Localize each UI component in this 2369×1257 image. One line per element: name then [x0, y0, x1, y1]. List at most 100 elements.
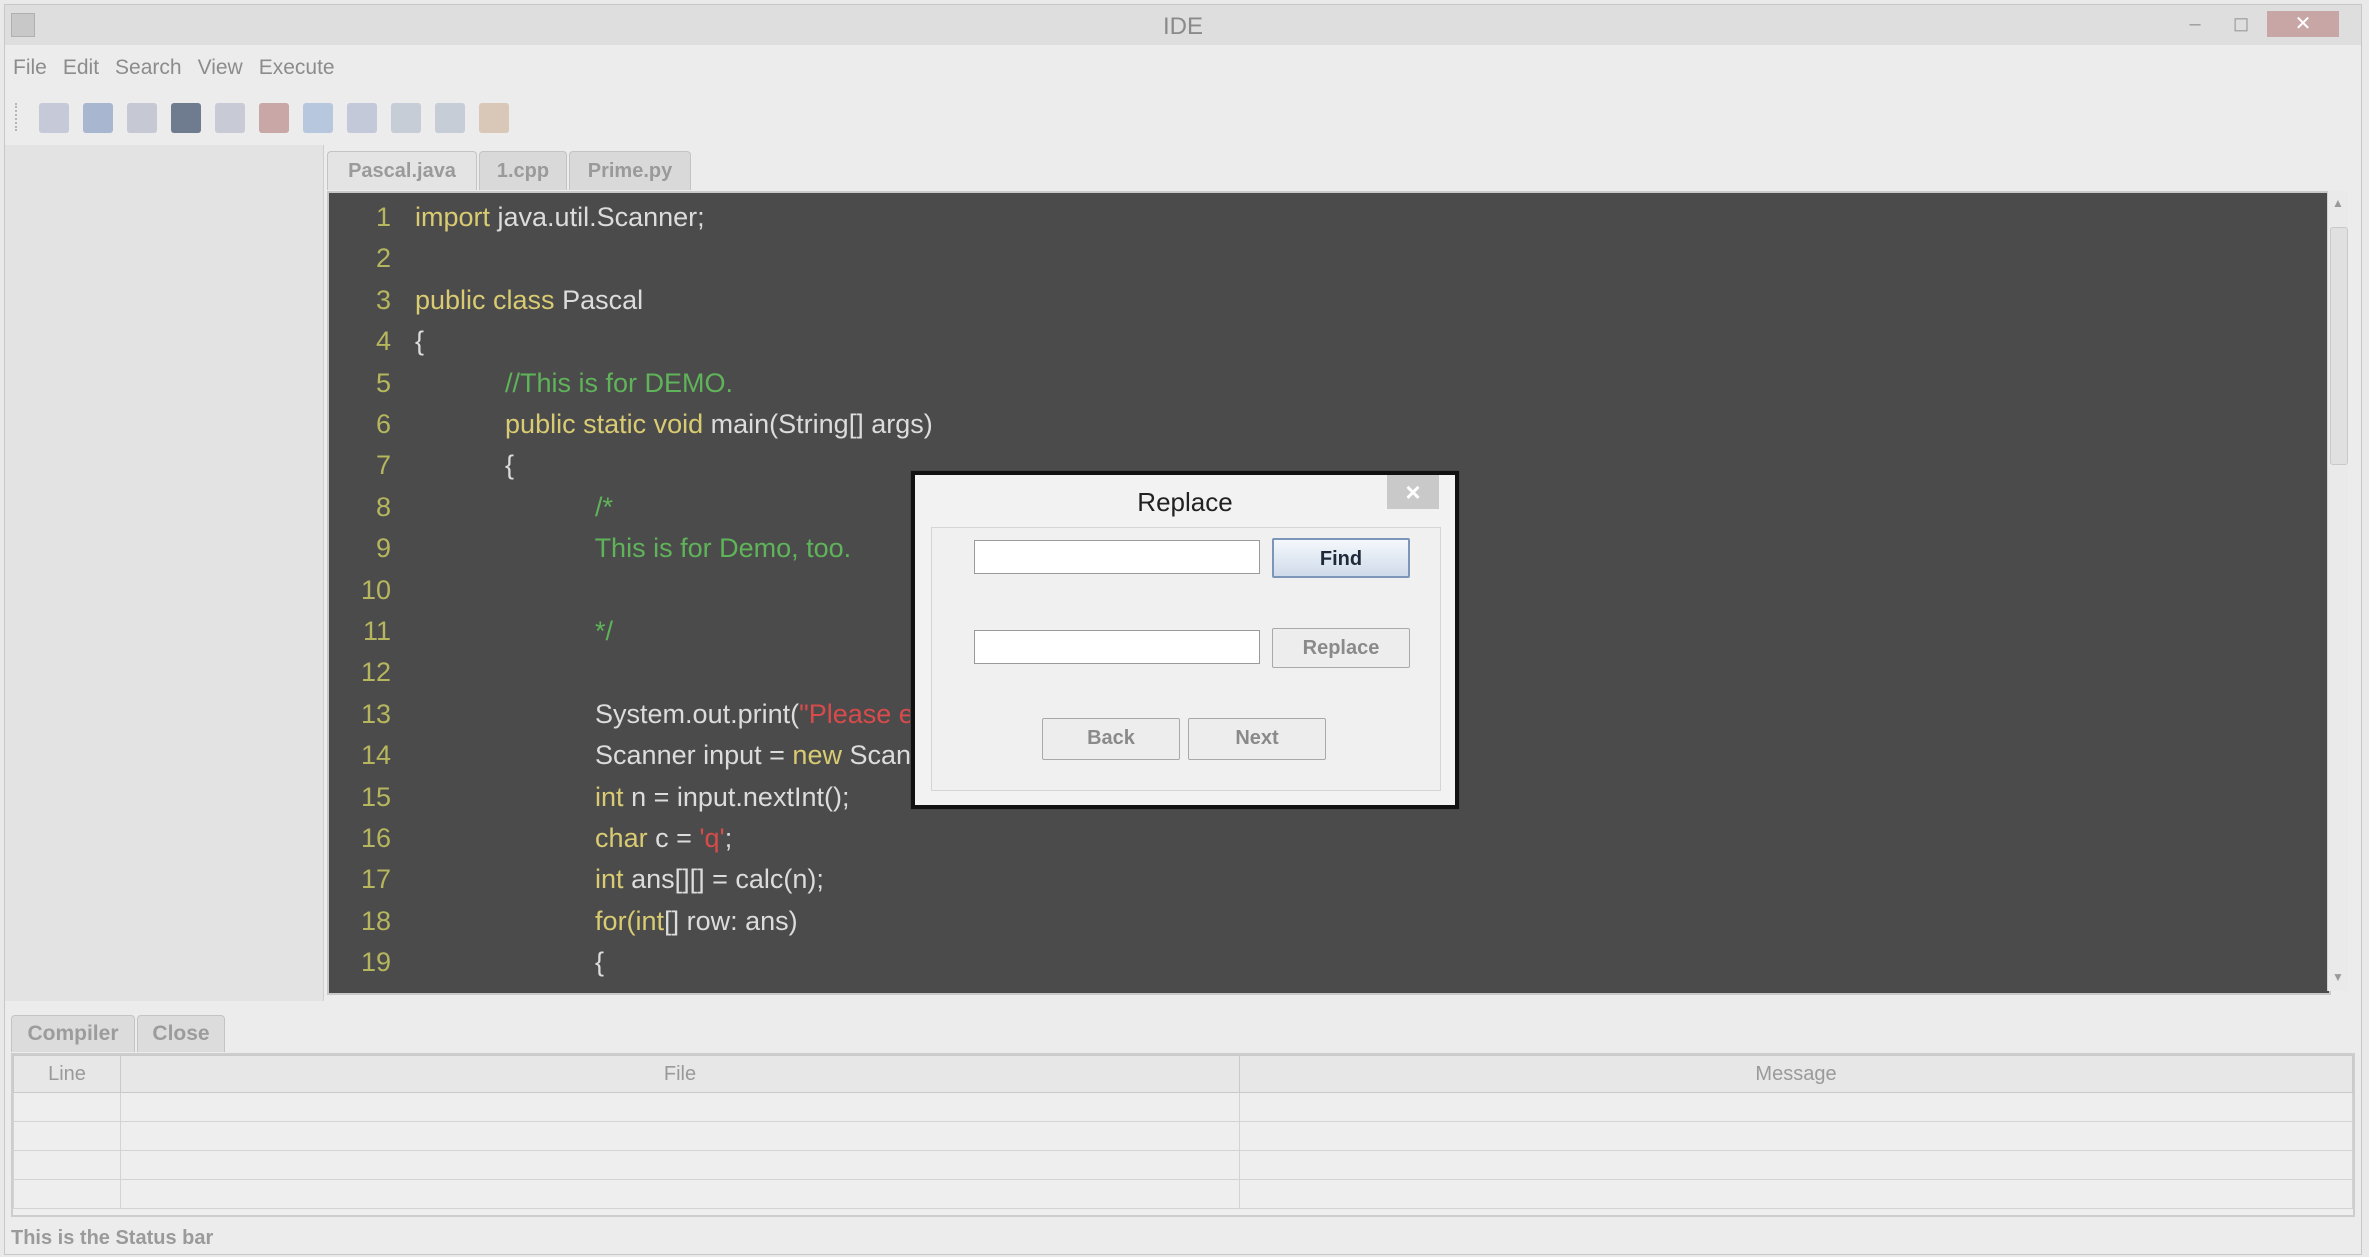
tab-1-cpp[interactable]: 1.cpp: [479, 151, 567, 190]
menu-file[interactable]: File: [5, 51, 55, 85]
line-number: 11: [362, 616, 391, 646]
table-row[interactable]: [13, 1179, 2353, 1209]
table-row[interactable]: [13, 1092, 2353, 1122]
tab-prime-py[interactable]: Prime.py: [569, 151, 691, 190]
new-file-icon[interactable]: [39, 103, 69, 133]
code-line: 3 public class Pascal: [329, 280, 643, 321]
column-header-line[interactable]: Line: [13, 1055, 121, 1093]
line-number: 3: [375, 284, 391, 315]
code-token: int: [595, 864, 624, 895]
line-number: 1: [375, 202, 391, 232]
scroll-down-icon[interactable]: ▼: [2330, 969, 2346, 985]
code-token: [] row: ans): [664, 905, 798, 936]
table-cell[interactable]: [13, 1092, 121, 1122]
next-button[interactable]: Next: [1188, 718, 1326, 760]
window-close-button[interactable]: ✕: [2267, 11, 2339, 37]
table-cell[interactable]: [120, 1121, 1240, 1151]
ide-window: IDE – ◻ ✕ File Edit Search View Execute Pasc…: [4, 4, 2362, 1255]
status-bar: This is the Status bar: [11, 1227, 214, 1249]
code-token: Pascal: [554, 284, 644, 315]
find-button[interactable]: Find: [1272, 538, 1410, 578]
code-token: 'q': [699, 823, 725, 853]
line-number: 6: [375, 409, 391, 439]
code-line: 18 for(int[] row: ans): [329, 901, 798, 942]
column-header-message[interactable]: Message: [1239, 1055, 2353, 1093]
table-cell[interactable]: [13, 1179, 121, 1209]
table-cell[interactable]: [1239, 1150, 2353, 1180]
back-button[interactable]: Back: [1042, 718, 1180, 760]
toolbar-grip[interactable]: [15, 103, 23, 131]
scroll-thumb[interactable]: [2330, 227, 2348, 465]
line-number: 15: [360, 781, 391, 812]
close-file-icon[interactable]: [259, 103, 289, 133]
table-cell[interactable]: [13, 1150, 121, 1180]
code-token: int: [635, 905, 665, 936]
code-token: main(String[] args): [703, 409, 933, 439]
tab-compiler[interactable]: Compiler: [11, 1015, 135, 1052]
code-token: public class: [415, 284, 555, 315]
menu-view[interactable]: View: [190, 51, 251, 85]
table-cell[interactable]: [13, 1121, 121, 1151]
find-input[interactable]: [974, 540, 1260, 574]
table-cell[interactable]: [1239, 1179, 2353, 1209]
line-number: 4: [375, 326, 391, 357]
title-bar: IDE – ◻ ✕: [5, 5, 2361, 45]
undo-icon[interactable]: [303, 103, 333, 133]
tab-pascal-java[interactable]: Pascal.java: [327, 151, 477, 190]
menu-edit[interactable]: Edit: [55, 51, 107, 85]
tab-close[interactable]: Close: [137, 1015, 225, 1052]
code-token: //This is for DEMO.: [505, 367, 734, 398]
code-token: {: [415, 450, 515, 481]
table-row[interactable]: [13, 1150, 2353, 1180]
code-line: 10: [329, 570, 415, 611]
table-cell[interactable]: [1239, 1121, 2353, 1151]
replace-button[interactable]: Replace: [1272, 628, 1410, 668]
code-token: {: [415, 947, 605, 978]
replace-input[interactable]: [974, 630, 1260, 664]
run-icon[interactable]: [479, 103, 509, 133]
refresh-icon[interactable]: [391, 103, 421, 133]
table-cell[interactable]: [1239, 1092, 2353, 1122]
editor-scrollbar[interactable]: ▲ ▼: [2327, 191, 2348, 991]
code-line: 17 int ans[][] = calc(n);: [329, 859, 824, 900]
code-line: 11 */: [329, 611, 613, 652]
dialog-close-button[interactable]: ×: [1387, 475, 1439, 509]
code-line: 12: [329, 652, 415, 693]
toolbar: [5, 95, 2361, 139]
menu-execute[interactable]: Execute: [251, 51, 343, 85]
line-number: 18: [360, 905, 391, 936]
open-file-icon[interactable]: [83, 103, 113, 133]
maximize-button[interactable]: ◻: [2221, 11, 2261, 37]
code-token: for(: [595, 905, 636, 936]
menu-search[interactable]: Search: [107, 51, 190, 85]
table-cell[interactable]: [120, 1092, 1240, 1122]
code-line: 19 {: [329, 942, 604, 983]
code-line: 8 /*: [329, 487, 613, 528]
save-all-icon[interactable]: [171, 103, 201, 133]
print-icon[interactable]: [215, 103, 245, 133]
column-header-file[interactable]: File: [120, 1055, 1240, 1093]
code-line: 15 int n = input.nextInt();: [329, 777, 850, 818]
save-icon[interactable]: [127, 103, 157, 133]
redo-icon[interactable]: [347, 103, 377, 133]
minimize-button[interactable]: –: [2175, 11, 2215, 37]
table-row[interactable]: [13, 1121, 2353, 1151]
code-token: n = input.nextInt();: [623, 781, 850, 812]
project-panel: [5, 145, 324, 1001]
window-title: IDE: [1162, 13, 1203, 40]
table-cell[interactable]: [120, 1179, 1240, 1209]
code-token: Scanner input =: [415, 740, 793, 771]
table-cell[interactable]: [120, 1150, 1240, 1180]
scroll-up-icon[interactable]: ▲: [2330, 195, 2346, 211]
line-number: 12: [360, 657, 391, 688]
compile-icon[interactable]: [435, 103, 465, 133]
code-token: int: [595, 781, 624, 812]
